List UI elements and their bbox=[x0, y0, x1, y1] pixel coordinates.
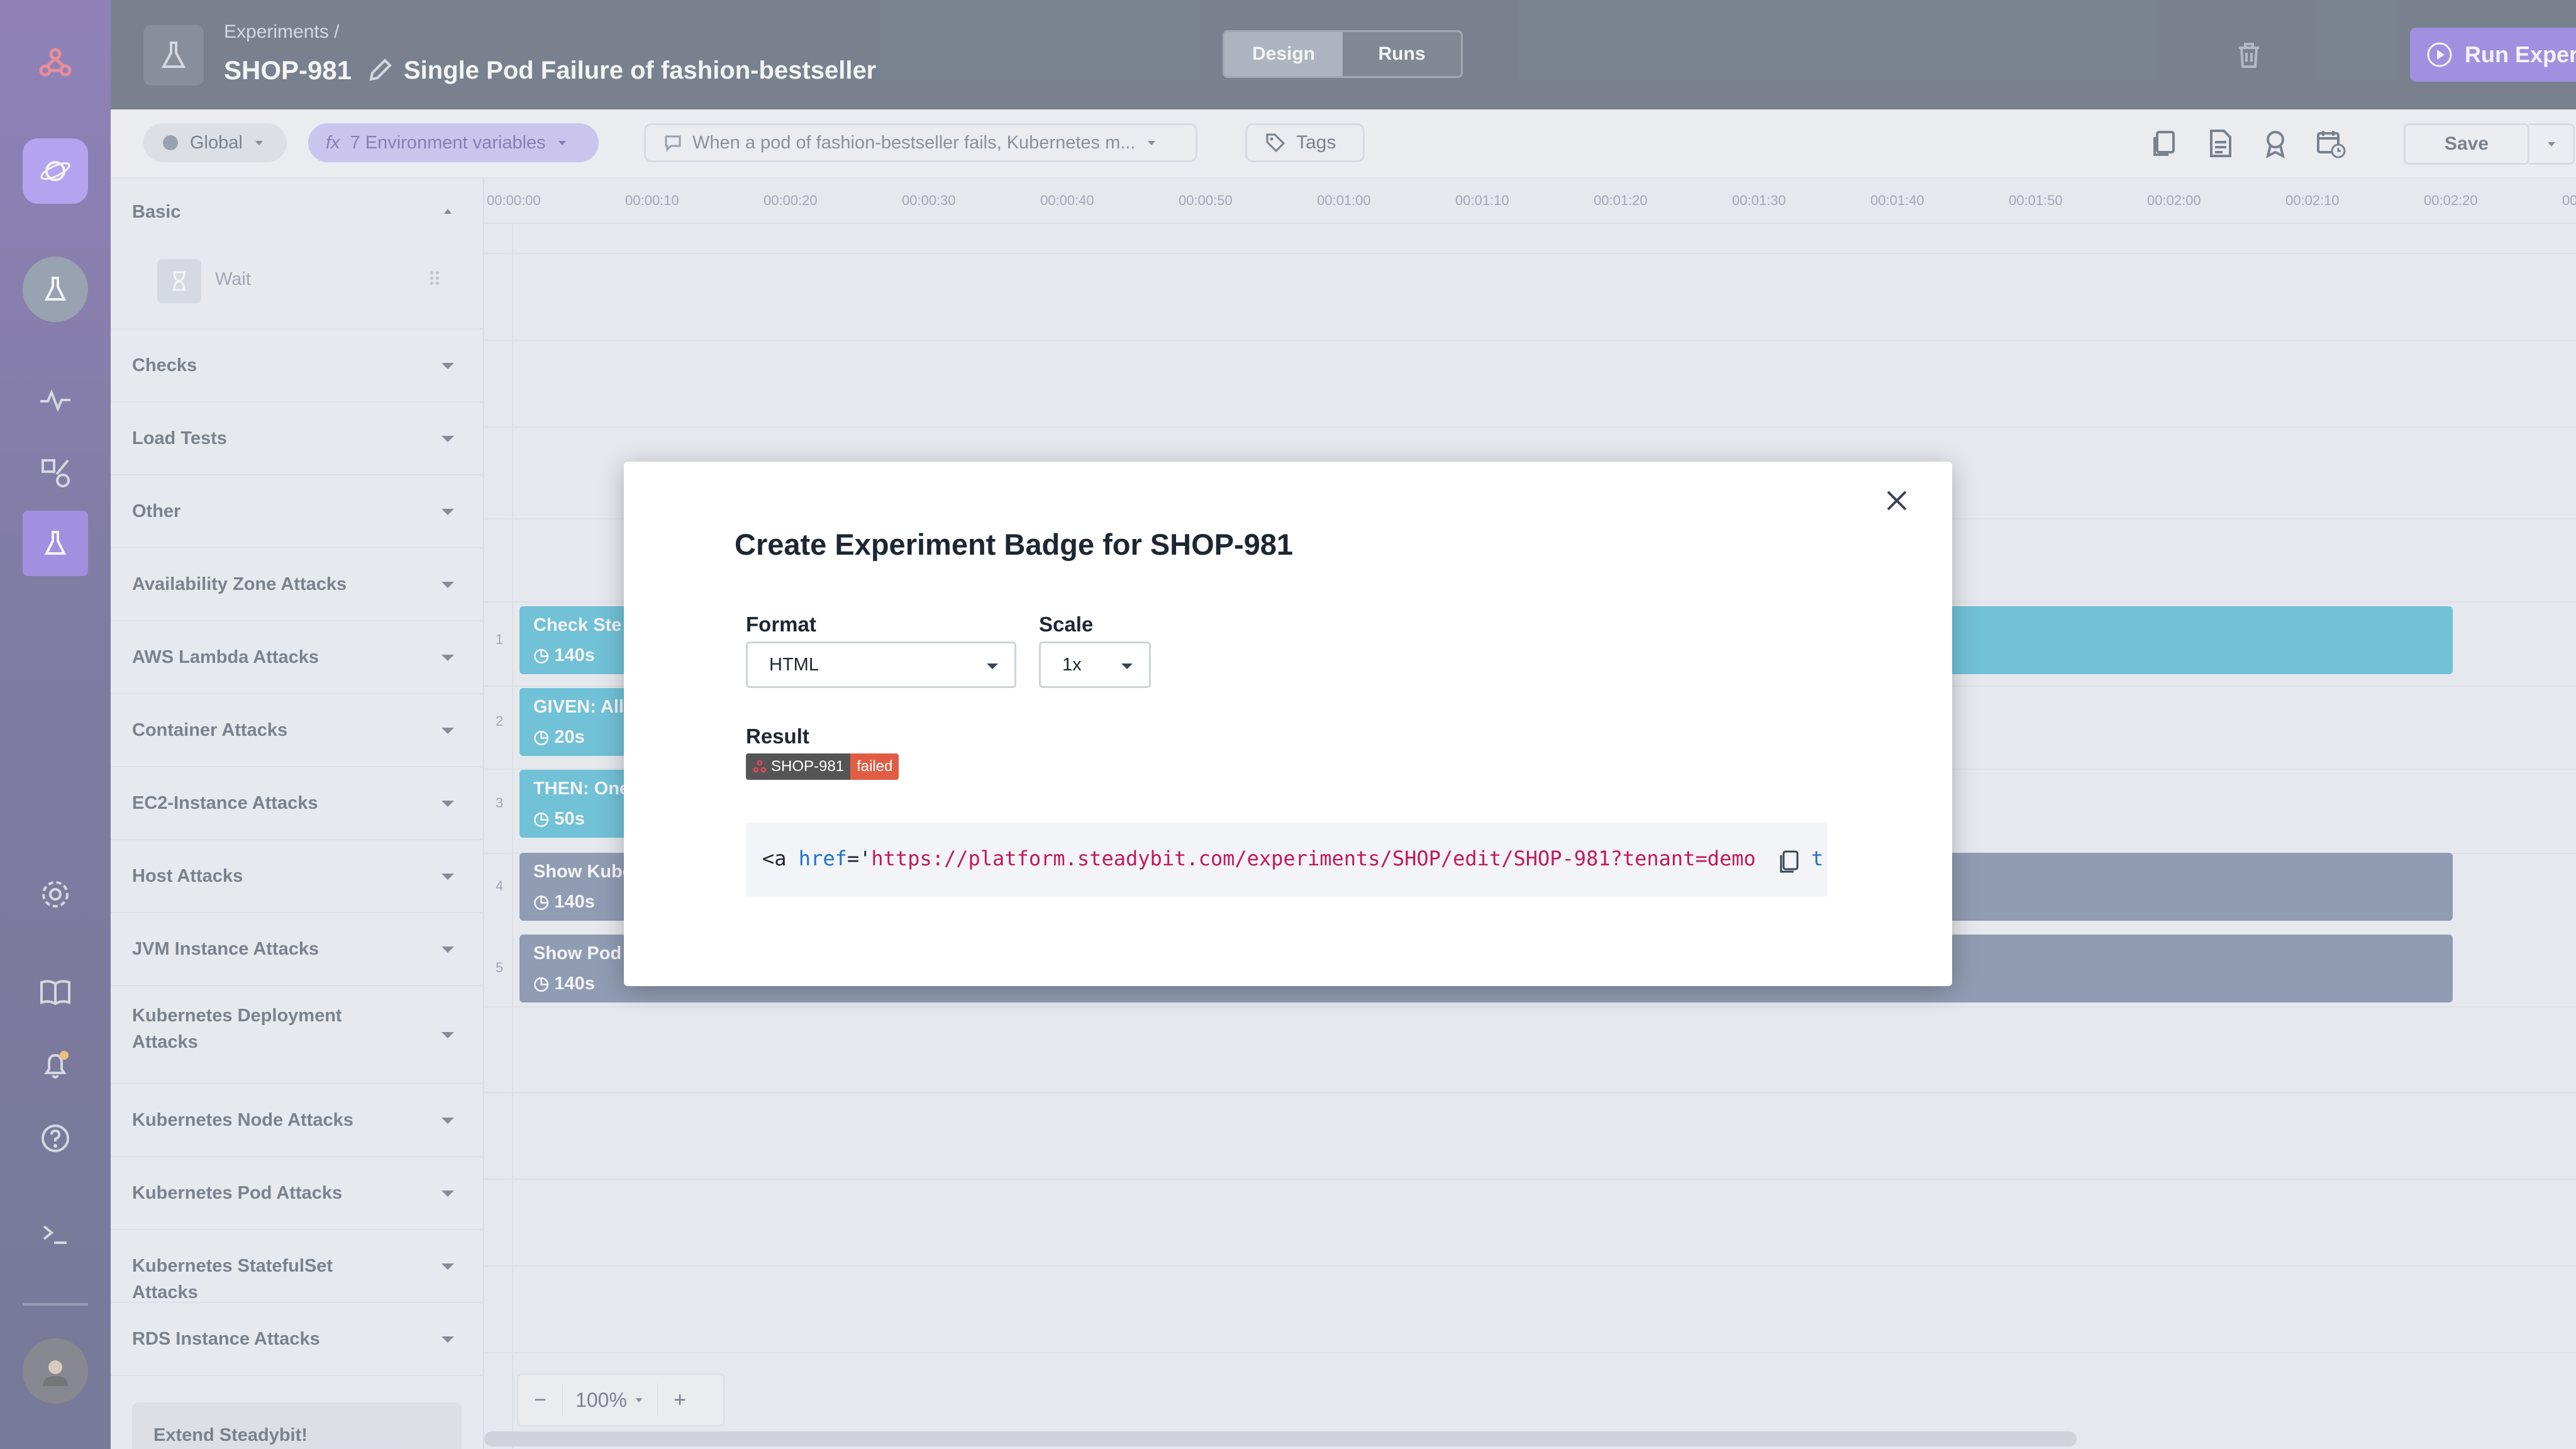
format-value: HTML bbox=[769, 655, 819, 675]
scale-select[interactable]: 1x bbox=[1039, 641, 1151, 688]
badge-key: SHOP-981 bbox=[771, 758, 845, 775]
format-select[interactable]: HTML bbox=[746, 641, 1016, 688]
badge-code-block[interactable]: <a href='https://platform.steadybit.com/… bbox=[746, 823, 1828, 897]
badge-status: failed bbox=[850, 753, 899, 780]
badge-left: SHOP-981 bbox=[746, 753, 851, 780]
format-label: Format bbox=[746, 613, 816, 636]
code-url: https://platform.steadybit.com/experimen… bbox=[871, 847, 1756, 870]
create-badge-dialog: Create Experiment Badge for SHOP-981 For… bbox=[624, 462, 1952, 986]
result-label: Result bbox=[746, 724, 809, 748]
close-icon[interactable] bbox=[1883, 487, 1911, 514]
badge-preview: SHOP-981 failed bbox=[746, 753, 899, 780]
scale-label: Scale bbox=[1039, 613, 1094, 636]
steadybit-logo-icon bbox=[753, 760, 767, 773]
code-eq: =' bbox=[847, 847, 872, 870]
copy-icon[interactable] bbox=[1775, 847, 1804, 875]
badge-code: <a href='https://platform.steadybit.com/… bbox=[762, 847, 1768, 870]
code-tag: <a bbox=[762, 847, 787, 870]
chevron-down-icon bbox=[1121, 663, 1133, 669]
dialog-title: Create Experiment Badge for SHOP-981 bbox=[735, 528, 1294, 561]
scale-value: 1x bbox=[1062, 655, 1082, 675]
chevron-down-icon bbox=[987, 663, 998, 669]
code-attr: href bbox=[798, 847, 847, 870]
code-overflow: t bbox=[1811, 847, 1824, 870]
